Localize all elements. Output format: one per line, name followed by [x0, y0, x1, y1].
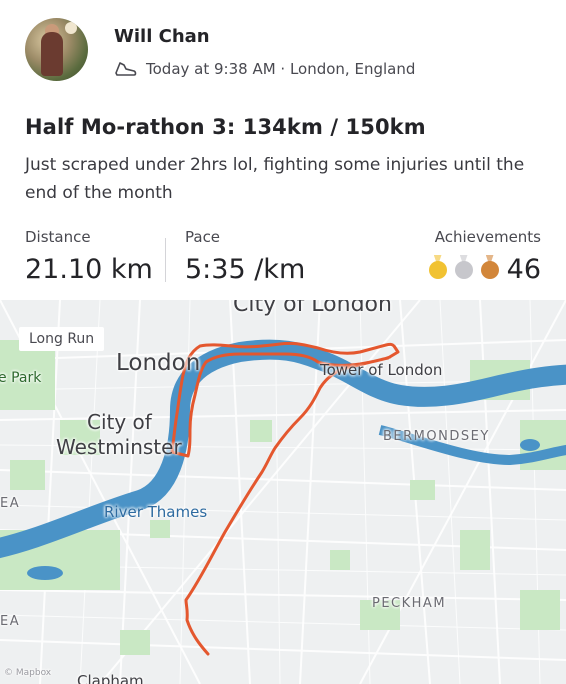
map-label-ea-2: EA — [0, 614, 21, 629]
silver-medal-icon — [454, 260, 473, 279]
activity-header: Will Chan Today at 9:38 AM · London, Eng… — [0, 0, 566, 300]
timestamp-location: Today at 9:38 AM · London, England — [146, 60, 416, 78]
map-label-river-thames: River Thames — [104, 503, 208, 521]
avatar[interactable] — [25, 18, 88, 81]
shoe-icon — [114, 60, 138, 78]
map-label-city-of-westminster-1: City of — [87, 410, 152, 434]
achievements-label: Achievements — [434, 228, 541, 246]
achievements-stat[interactable]: Achievements 46 — [428, 228, 541, 285]
route-map[interactable]: Long Run City of London London Tower of … — [0, 300, 566, 684]
bronze-medal-icon — [480, 260, 499, 279]
distance-value: 21.10 km — [25, 254, 153, 285]
pace-stat: Pace 5:35 /km — [185, 228, 305, 285]
map-copyright[interactable]: © Mapbox — [4, 668, 51, 678]
map-label-bermondsey: BERMONDSEY — [383, 429, 490, 444]
achievements-count: 46 — [506, 254, 541, 285]
avatar-ball — [65, 22, 77, 34]
map-label-city-of-london: City of London — [233, 300, 392, 317]
activity-description: Just scraped under 2hrs lol, fighting so… — [25, 155, 525, 203]
distance-stat: Distance 21.10 km — [25, 228, 153, 285]
avatar-figure — [41, 32, 63, 76]
run-type-badge: Long Run — [19, 327, 105, 351]
pace-value: 5:35 /km — [185, 254, 306, 285]
map-label-city-of-westminster-2: Westminster — [56, 435, 182, 459]
distance-label: Distance — [25, 228, 91, 246]
map-label-clapham: Clapham — [77, 672, 144, 684]
gold-medal-icon — [428, 260, 447, 279]
map-label-peckham: PECKHAM — [372, 596, 447, 611]
athlete-name[interactable]: Will Chan — [114, 26, 210, 47]
map-label-ea-1: EA — [0, 496, 21, 511]
stat-divider — [165, 238, 166, 282]
map-canvas — [0, 300, 566, 684]
map-label-london: London — [116, 350, 201, 376]
activity-meta: Today at 9:38 AM · London, England — [114, 60, 415, 78]
map-label-tower-of-london: Tower of London — [320, 361, 443, 379]
map-label-park: e Park — [0, 370, 42, 386]
activity-title[interactable]: Half Mo-rathon 3: 134km / 150km — [25, 115, 426, 139]
pace-label: Pace — [185, 228, 221, 246]
